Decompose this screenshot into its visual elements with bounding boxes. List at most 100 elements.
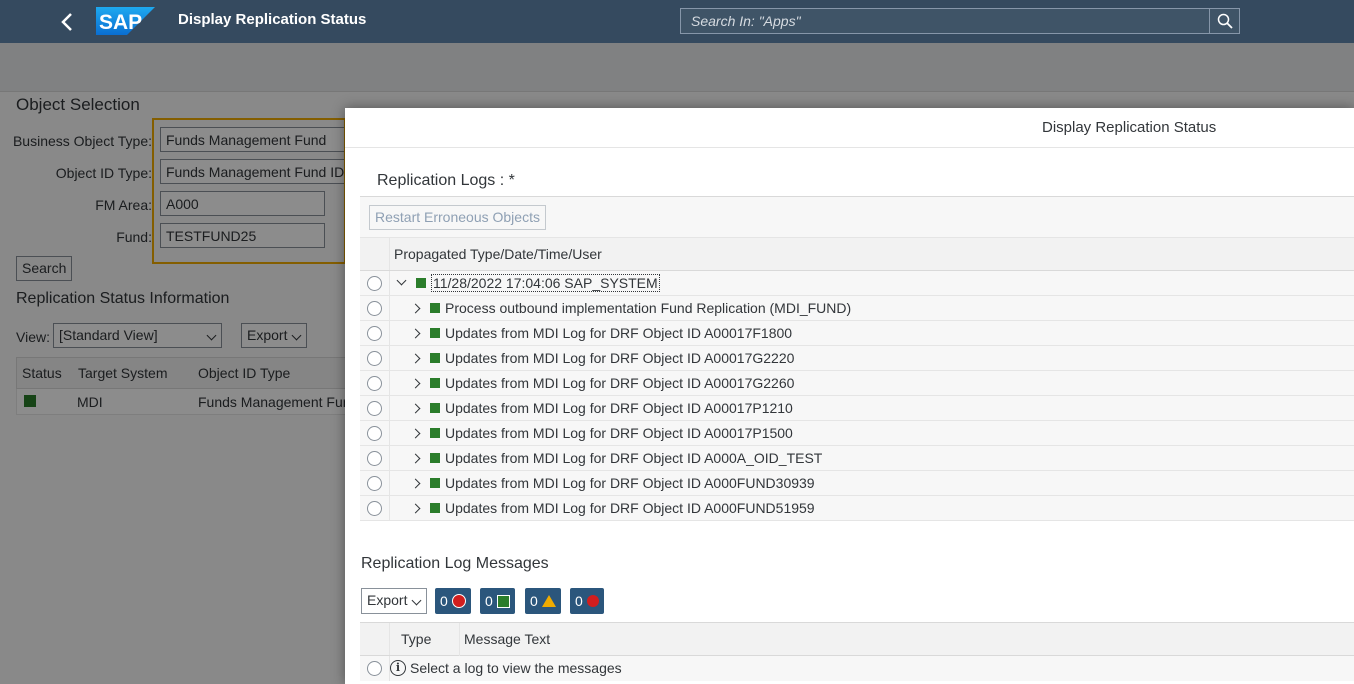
row-selector[interactable] [360, 346, 390, 370]
shell-title: Display Replication Status [178, 11, 367, 28]
column-propagated[interactable]: Propagated Type/Date/Time/User [394, 246, 602, 262]
stop-count: 0 [440, 593, 448, 609]
select-column-header [360, 623, 390, 655]
row-selector[interactable] [360, 446, 390, 470]
info-icon: i [390, 660, 406, 676]
dialog-title: Display Replication Status [1042, 119, 1217, 136]
tree-row[interactable]: Updates from MDI Log for DRF Object ID A… [360, 396, 1354, 421]
error-icon [586, 595, 599, 607]
replication-logs-title: Replication Logs : * [377, 172, 515, 189]
tree-row[interactable]: 11/28/2022 17:04:06 SAP_SYSTEM [360, 271, 1354, 296]
chevron-right-icon[interactable] [410, 378, 421, 389]
chevron-down-icon [411, 595, 422, 606]
row-selector[interactable] [360, 271, 390, 295]
table-row[interactable]: i Select a log to view the messages [360, 656, 1354, 681]
placeholder-message: Select a log to view the messages [410, 660, 622, 676]
tree-row-label: Process outbound implementation Fund Rep… [445, 300, 852, 316]
chevron-right-icon[interactable] [410, 303, 421, 314]
tree-row[interactable]: Updates from MDI Log for DRF Object ID A… [360, 321, 1354, 346]
radio-button[interactable] [367, 501, 382, 516]
tree-row-label: Updates from MDI Log for DRF Object ID A… [445, 350, 795, 366]
svg-text:SAP: SAP [99, 11, 142, 34]
status-success-icon [416, 278, 426, 288]
radio-button[interactable] [367, 426, 382, 441]
tree-row-label: Updates from MDI Log for DRF Object ID A… [445, 325, 793, 341]
status-success-icon [430, 503, 440, 513]
tree-row[interactable]: Updates from MDI Log for DRF Object ID A… [360, 446, 1354, 471]
row-selector[interactable] [360, 296, 390, 320]
row-selector[interactable] [360, 421, 390, 445]
chevron-right-icon[interactable] [410, 328, 421, 339]
chevron-right-icon[interactable] [410, 353, 421, 364]
status-success-icon [430, 378, 440, 388]
radio-button[interactable] [367, 661, 382, 676]
radio-button[interactable] [367, 401, 382, 416]
row-selector[interactable] [360, 496, 390, 520]
search-icon [1217, 13, 1233, 29]
tree-row-label: 11/28/2022 17:04:06 SAP_SYSTEM [431, 274, 660, 292]
row-selector[interactable] [360, 656, 390, 681]
tree-row[interactable]: Updates from MDI Log for DRF Object ID A… [360, 421, 1354, 446]
radio-button[interactable] [367, 326, 382, 341]
shell-header: SAP Display Replication Status Search In… [0, 0, 1354, 43]
search-input[interactable]: Search In: "Apps" [680, 8, 1210, 34]
filter-stop-button[interactable]: 0 [435, 588, 471, 614]
status-success-icon [430, 428, 440, 438]
chevron-right-icon[interactable] [410, 478, 421, 489]
success-icon [496, 594, 510, 608]
stop-icon [451, 594, 466, 608]
warning-count: 0 [530, 593, 538, 609]
tree-row[interactable]: Updates from MDI Log for DRF Object ID A… [360, 496, 1354, 521]
radio-button[interactable] [367, 476, 382, 491]
success-count: 0 [485, 593, 493, 609]
filter-success-button[interactable]: 0 [480, 588, 515, 614]
back-button[interactable] [52, 7, 82, 37]
radio-button[interactable] [367, 376, 382, 391]
log-messages-table: Type Message Text i Select a log to view… [360, 622, 1354, 684]
chevron-right-icon[interactable] [410, 453, 421, 464]
chevron-down-icon[interactable] [396, 275, 407, 286]
status-success-icon [430, 353, 440, 363]
row-selector[interactable] [360, 371, 390, 395]
radio-button[interactable] [367, 351, 382, 366]
filter-warning-button[interactable]: 0 [525, 588, 561, 614]
radio-button[interactable] [367, 451, 382, 466]
chevron-right-icon[interactable] [410, 403, 421, 414]
column-divider [459, 623, 460, 656]
tree-row-label: Updates from MDI Log for DRF Object ID A… [445, 425, 793, 441]
tree-header: Propagated Type/Date/Time/User [360, 237, 1354, 271]
tree-toolbar: Restart Erroneous Objects [360, 197, 1354, 237]
tree-row[interactable]: Process outbound implementation Fund Rep… [360, 296, 1354, 321]
messages-header: Type Message Text [360, 623, 1354, 656]
column-type[interactable]: Type [401, 631, 431, 647]
tree-row-label: Updates from MDI Log for DRF Object ID A… [445, 475, 815, 491]
filter-error-button[interactable]: 0 [570, 588, 604, 614]
search-button[interactable] [1209, 8, 1240, 34]
chevron-left-icon [61, 13, 72, 31]
row-selector[interactable] [360, 471, 390, 495]
tree-row-label: Updates from MDI Log for DRF Object ID A… [445, 375, 795, 391]
tree-row[interactable]: Updates from MDI Log for DRF Object ID A… [360, 371, 1354, 396]
row-selector[interactable] [360, 396, 390, 420]
chevron-right-icon[interactable] [410, 503, 421, 514]
chevron-right-icon[interactable] [410, 428, 421, 439]
tree-row[interactable]: Updates from MDI Log for DRF Object ID A… [360, 346, 1354, 371]
column-message-text[interactable]: Message Text [464, 631, 550, 647]
tree-row-label: Updates from MDI Log for DRF Object ID A… [445, 400, 793, 416]
radio-button[interactable] [367, 301, 382, 316]
dialog-header: Display Replication Status [345, 108, 1354, 148]
row-selector[interactable] [360, 321, 390, 345]
sap-logo: SAP [96, 7, 155, 35]
log-messages-title: Replication Log Messages [361, 555, 549, 572]
radio-button[interactable] [367, 276, 382, 291]
tree-row[interactable]: Updates from MDI Log for DRF Object ID A… [360, 471, 1354, 496]
restart-erroneous-objects-button[interactable]: Restart Erroneous Objects [369, 205, 546, 230]
messages-export-button[interactable]: Export [361, 588, 427, 614]
messages-export-label: Export [367, 592, 408, 608]
warning-icon [541, 595, 556, 607]
select-column-header [360, 238, 390, 270]
replication-status-dialog: Display Replication Status Replication L… [345, 108, 1354, 684]
error-count: 0 [575, 593, 583, 609]
tree-row-label: Updates from MDI Log for DRF Object ID A… [445, 500, 815, 516]
status-success-icon [430, 328, 440, 338]
